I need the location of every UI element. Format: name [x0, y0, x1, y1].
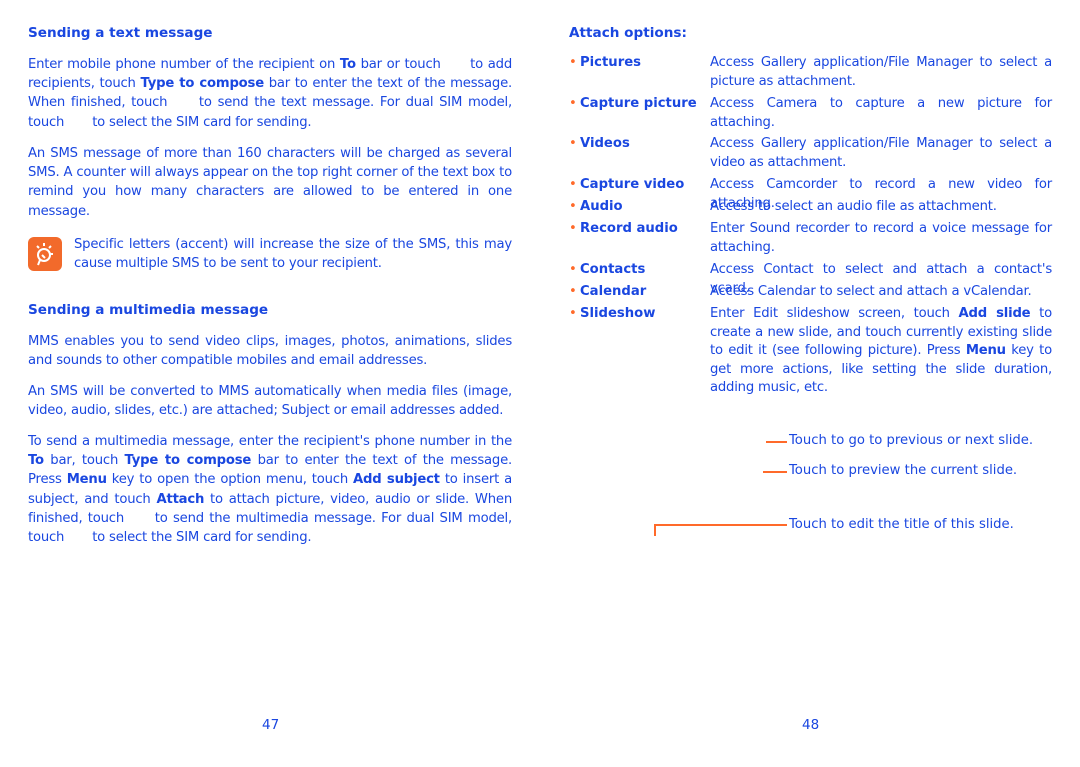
- text-run: Access Camera to capture a new picture f…: [710, 96, 1052, 130]
- paragraph-mms-intro: MMS enables you to send video clips, ima…: [28, 332, 512, 370]
- text-run: An SMS will be converted to MMS automati…: [28, 384, 512, 419]
- heading-sending-multimedia: Sending a multimedia message: [28, 302, 269, 318]
- callout-line: [763, 471, 787, 473]
- heading-attach-options: Attach options:: [569, 25, 687, 41]
- paragraph-sms-length: An SMS message of more than 160 characte…: [28, 144, 512, 221]
- text-run: Enter Edit slideshow screen, touch: [710, 306, 959, 321]
- attach-option-description: Access Calendar to select and attach a v…: [710, 283, 1052, 302]
- text-run: An SMS message of more than 160 characte…: [28, 146, 512, 219]
- attach-option-term: Videos: [580, 136, 630, 151]
- bullet: •: [569, 177, 577, 192]
- bullet: •: [569, 284, 577, 299]
- attach-option-term: Capture video: [580, 177, 685, 192]
- text-run: bar or touch: [355, 57, 446, 72]
- page-number-left: 47: [262, 717, 280, 733]
- callout-line: [654, 524, 787, 526]
- bold-term: Type to compose: [140, 76, 264, 92]
- text-run: Access Gallery application/File Manager …: [710, 55, 1052, 89]
- bullet: •: [569, 55, 577, 70]
- bold-term: Attach: [156, 491, 205, 507]
- attach-option-description: Enter Edit slideshow screen, touch Add s…: [710, 305, 1052, 398]
- bold-term: Add subject: [353, 472, 440, 488]
- text-run: key to open the option menu, touch: [106, 472, 354, 488]
- lightbulb-icon: [28, 237, 62, 271]
- text-run: Access Calendar to select and attach a v…: [710, 284, 1032, 299]
- callout-prev-next: Touch to go to previous or next slide.: [789, 433, 1034, 448]
- attach-option-term: Capture picture: [580, 96, 697, 111]
- callout-line: [766, 441, 787, 443]
- bullet: •: [569, 306, 577, 321]
- bold-term: Type to compose: [124, 453, 252, 469]
- text-run: Specific letters (accent) will increase …: [74, 237, 512, 272]
- attach-option-term: Calendar: [580, 284, 647, 299]
- bullet: •: [569, 262, 577, 277]
- bold-term: To: [339, 57, 356, 72]
- heading-sending-text: Sending a text message: [28, 25, 213, 41]
- text-run: bar, touch: [43, 453, 125, 469]
- attach-option-term: Record audio: [580, 221, 678, 236]
- text-run: Access Gallery application/File Manager …: [710, 136, 1052, 170]
- bullet: •: [569, 199, 577, 214]
- paragraph-mms-conversion: An SMS will be converted to MMS automati…: [28, 382, 512, 420]
- bullet: •: [569, 136, 577, 151]
- callout-preview: Touch to preview the current slide.: [789, 463, 1018, 478]
- callout-line: [654, 524, 656, 536]
- attach-option-description: Access Gallery application/File Manager …: [710, 54, 1052, 91]
- attach-option-description: Access to select an audio file as attach…: [710, 198, 1052, 217]
- bold-term: Add slide: [958, 306, 1031, 321]
- text-run: MMS enables you to send video clips, ima…: [28, 334, 512, 369]
- attach-option-description: Enter Sound recorder to record a voice m…: [710, 220, 1052, 257]
- text-run: Access to select an audio file as attach…: [710, 199, 997, 214]
- bold-term: Menu: [965, 343, 1006, 358]
- text-run: to select the SIM card for sending.: [88, 114, 312, 130]
- attach-option-description: Access Camera to capture a new picture f…: [710, 95, 1052, 132]
- paragraph-text-message: Enter mobile phone number of the recipie…: [28, 55, 512, 132]
- bullet: •: [569, 221, 577, 236]
- text-run: To send a multimedia message, enter the …: [28, 434, 512, 449]
- text-run: Enter Sound recorder to record a voice m…: [710, 221, 1052, 255]
- callout-edit-title: Touch to edit the title of this slide.: [789, 517, 1014, 532]
- text-run: to select the SIM card for sending.: [88, 530, 312, 546]
- attach-option-term: Slideshow: [580, 306, 656, 321]
- attach-option-term: Contacts: [580, 262, 646, 277]
- attach-option-term: Audio: [580, 199, 623, 214]
- attach-option-term: Pictures: [580, 55, 641, 70]
- bold-term: Menu: [66, 472, 107, 488]
- text-run: Enter mobile phone number of the recipie…: [28, 57, 340, 72]
- bold-term: To: [28, 453, 44, 469]
- note-accent-letters: Specific letters (accent) will increase …: [74, 235, 512, 273]
- page-number-right: 48: [802, 717, 820, 733]
- bullet: •: [569, 96, 577, 111]
- attach-option-description: Access Gallery application/File Manager …: [710, 135, 1052, 172]
- paragraph-mms-send: To send a multimedia message, enter the …: [28, 432, 512, 547]
